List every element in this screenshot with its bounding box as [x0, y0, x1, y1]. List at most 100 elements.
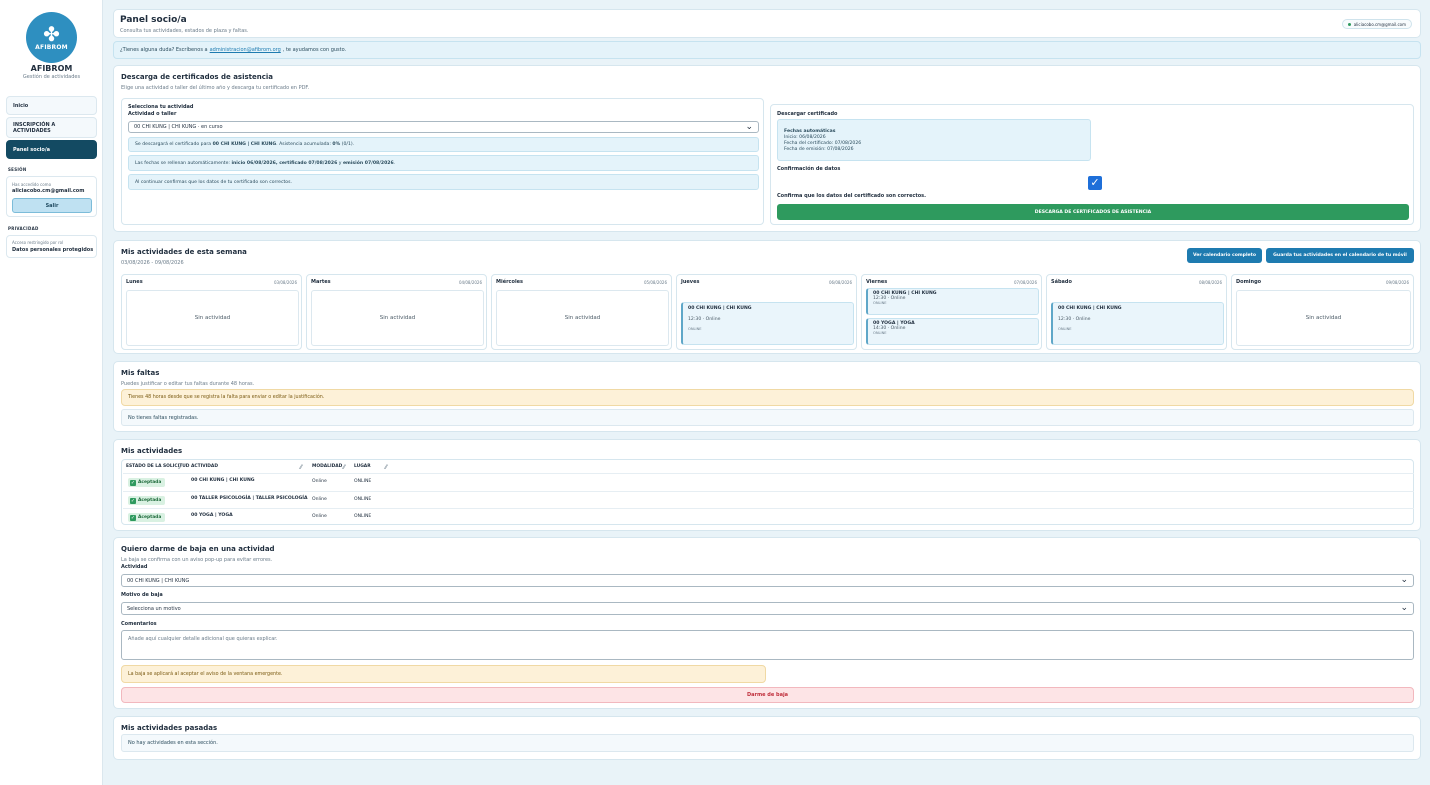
- activity-label: Actividad o taller: [128, 111, 177, 117]
- event-card[interactable]: 00 YOGA | YOGA 14:30 · Online ONLINE: [866, 318, 1039, 345]
- place-cell: ONLINE: [354, 514, 372, 519]
- day-friday: Viernes 07/08/2026 00 CHI KUNG | CHI KUN…: [861, 274, 1042, 350]
- day-date: 07/08/2026: [1013, 280, 1037, 285]
- help-text: ¿Tienes alguna duda? Escríbenos a: [120, 47, 208, 53]
- auto-cert: Fecha del certificado: 07/08/2026: [784, 140, 862, 146]
- confirm-text: Confirma que los datos del certificado s…: [777, 193, 927, 199]
- auto-start: Inicio: 06/08/2026: [784, 134, 826, 140]
- day-date: 04/08/2026: [458, 280, 482, 285]
- past-activities-title: Mis actividades pasadas: [121, 724, 218, 732]
- activity-cell: 00 YOGA | YOGA: [191, 513, 233, 518]
- day-name: Domingo: [1236, 279, 1262, 285]
- comments-textarea[interactable]: Añade aquí cualquier detalle adicional q…: [121, 630, 1414, 660]
- event-card[interactable]: 00 CHI KUNG | CHI KUNG 12:30 · Online ON…: [681, 302, 854, 345]
- help-banner: ¿Tienes alguna duda? Escríbenos a admini…: [113, 41, 1421, 59]
- day-monday: Lunes 03/08/2026 Sin actividad: [121, 274, 302, 350]
- reason-value: Selecciona un motivo: [127, 605, 181, 612]
- unsubscribe-activity-select[interactable]: 00 CHI KUNG | CHI KUNG ⌄: [121, 574, 1414, 587]
- privacy-text: Datos personales protegidos: [12, 247, 94, 253]
- event-meta: 12:30 · Online: [1058, 317, 1091, 322]
- user-email: aliciacobo.cm@gmail.com: [1353, 21, 1406, 27]
- note-text: Se descargará el certificado para 00 CHI…: [135, 142, 355, 147]
- session-label: SESIÓN: [8, 167, 27, 172]
- check-icon: ✓: [130, 514, 136, 521]
- user-email-pill: aliciacobo.cm@gmail.com: [1341, 19, 1412, 29]
- unsubscribe-warning: La baja se aplicará al aceptar el aviso …: [121, 665, 766, 683]
- session-email: aliciacobo.cm@gmail.com: [12, 188, 85, 194]
- mode-cell: Online: [312, 497, 327, 502]
- week-range: 03/08/2026 - 09/08/2026: [121, 260, 184, 266]
- help-email-link[interactable]: administracion@afibrom.org: [210, 47, 281, 53]
- column-resize-icon[interactable]: ⁄⁄: [179, 464, 181, 471]
- unsubscribe-button[interactable]: Darme de baja: [121, 687, 1414, 703]
- help-text-after: , te ayudamos con gusto.: [282, 47, 347, 53]
- event-place: ONLINE: [1058, 327, 1072, 331]
- save-to-phone-calendar-button[interactable]: Guarda tus actividades en el calendario …: [1266, 248, 1414, 263]
- event-card[interactable]: 00 CHI KUNG | CHI KUNG 12:30 · Online ON…: [1051, 302, 1224, 345]
- day-name: Jueves: [681, 279, 700, 285]
- comments-label: Comentarios: [121, 621, 157, 627]
- unsubscribe-activity-value: 00 CHI KUNG | CHI KUNG: [127, 577, 190, 584]
- header-card: Panel socio/a Consulta tus actividades, …: [113, 9, 1421, 38]
- nav-item-panel[interactable]: Panel socio/a: [6, 140, 97, 159]
- online-dot-icon: [1347, 22, 1351, 26]
- absences-card: Mis faltas Puedes justificar o editar tu…: [113, 361, 1421, 432]
- chevron-down-icon: ⌄: [1400, 575, 1408, 585]
- nav-item-inicio[interactable]: Inicio: [6, 96, 97, 115]
- privacy-hint: Acceso restringido por rol: [12, 240, 64, 245]
- unsubscribe-title: Quiero darme de baja en una actividad: [121, 545, 275, 553]
- table-row[interactable]: ✓ Aceptada 00 YOGA | YOGA Online ONLINE: [123, 508, 1414, 525]
- activities-card: Mis actividades ESTADO DE LA SOLICITUD ⁄…: [113, 439, 1421, 531]
- day-empty: Sin actividad: [311, 290, 484, 346]
- column-resize-icon[interactable]: ⁄⁄: [300, 464, 302, 471]
- column-resize-icon[interactable]: ⁄⁄: [385, 464, 387, 471]
- week-card: Mis actividades de esta semana 03/08/202…: [113, 240, 1421, 354]
- column-header-activity[interactable]: ACTIVIDAD: [191, 464, 218, 469]
- activity-cell: 00 CHI KUNG | CHI KUNG: [191, 478, 255, 483]
- reason-select[interactable]: Selecciona un motivo ⌄: [121, 602, 1414, 615]
- puzzle-icon: ✤: [43, 22, 60, 46]
- reason-label: Motivo de baja: [121, 592, 163, 598]
- download-certificate-button[interactable]: DESCARGA DE CERTIFICADOS DE ASISTENCIA: [777, 204, 1409, 220]
- past-activities-card: Mis actividades pasadas No hay actividad…: [113, 716, 1421, 760]
- event-card[interactable]: 00 CHI KUNG | CHI KUNG 12:30 · Online ON…: [866, 288, 1039, 315]
- certificate-note-attendance: Se descargará el certificado para 00 CHI…: [128, 137, 759, 152]
- absences-title: Mis faltas: [121, 369, 160, 377]
- event-title: 00 CHI KUNG | CHI KUNG: [1058, 306, 1122, 311]
- table-row[interactable]: ✓ Aceptada 00 TALLER PSICOLOGÍA | TALLER …: [123, 491, 1414, 508]
- nav-item-inscripcion[interactable]: INSCRIPCIÓN A ACTIVIDADES: [6, 117, 97, 138]
- day-name: Lunes: [126, 279, 143, 285]
- place-cell: ONLINE: [354, 497, 372, 502]
- column-resize-icon[interactable]: ⁄⁄: [343, 464, 345, 471]
- privacy-card: Acceso restringido por rol Datos persona…: [6, 235, 97, 258]
- day-tuesday: Martes 04/08/2026 Sin actividad: [306, 274, 487, 350]
- day-name: Miércoles: [496, 279, 524, 285]
- unsubscribe-activity-label: Actividad: [121, 564, 148, 570]
- certificate-activity-select[interactable]: 00 CHI KUNG | CHI KUNG · en curso ⌄: [128, 121, 759, 133]
- auto-dates-title: Fechas automáticas: [784, 128, 836, 134]
- day-sunday: Domingo 09/08/2026 Sin actividad: [1231, 274, 1414, 350]
- certificates-title: Descarga de certificados de asistencia: [121, 73, 273, 81]
- auto-dates-box: Fechas automáticas Inicio: 06/08/2026 Fe…: [777, 119, 1091, 161]
- day-date: 08/08/2026: [1198, 280, 1222, 285]
- unsubscribe-card: Quiero darme de baja en una actividad La…: [113, 537, 1421, 709]
- select-activity-title: Selecciona tu actividad: [128, 104, 194, 110]
- page-title: Panel socio/a: [120, 15, 187, 25]
- logout-button[interactable]: Salir: [12, 198, 92, 213]
- day-name: Sábado: [1051, 279, 1072, 285]
- confirm-checkbox[interactable]: ✓: [1088, 176, 1102, 190]
- check-icon: ✓: [130, 497, 136, 504]
- day-name: Martes: [311, 279, 331, 285]
- certificate-note-confirm: Al continuar confirmas que los datos de …: [128, 174, 759, 190]
- brand-name: AFIBROM: [30, 64, 73, 73]
- full-calendar-button[interactable]: Ver calendario completo: [1187, 248, 1262, 263]
- status-badge: ✓ Aceptada: [128, 496, 166, 505]
- table-row[interactable]: ✓ Aceptada 00 CHI KUNG | CHI KUNG Online …: [123, 473, 1414, 490]
- chevron-down-icon: ⌄: [1400, 603, 1408, 613]
- column-header-mode[interactable]: MODALIDAD: [312, 464, 342, 469]
- absences-subtitle: Puedes justificar o editar tus faltas du…: [121, 381, 255, 387]
- auto-emit: Fecha de emisión: 07/08/2026: [784, 146, 854, 152]
- column-header-place[interactable]: LUGAR: [354, 464, 371, 469]
- past-activities-empty: No hay actividades en esta sección.: [121, 734, 1414, 752]
- day-date: 03/08/2026: [273, 280, 297, 285]
